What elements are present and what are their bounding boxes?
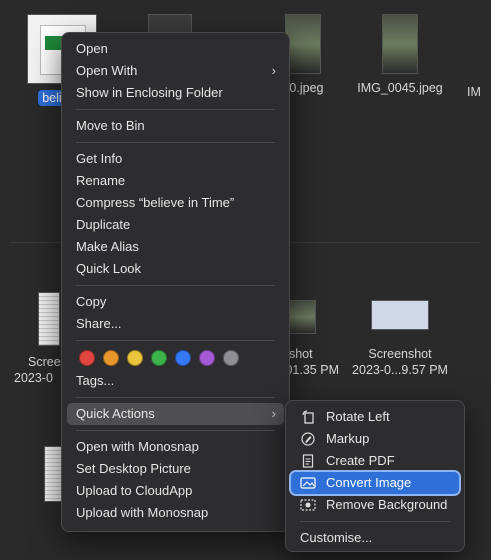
file-thumbnail (38, 292, 60, 346)
file-item-screenshot[interactable]: Screenshot 2023-0...9.57 PM (350, 300, 450, 378)
file-label: 2023-0...9.57 PM (352, 363, 448, 377)
menu-item-upload-with-monosnap[interactable]: Upload with Monosnap (67, 502, 284, 524)
submenu-item-create-pdf[interactable]: Create PDF (291, 450, 459, 472)
menu-separator (76, 109, 275, 110)
menu-item-show-in-enclosing-folder[interactable]: Show in Enclosing Folder (67, 82, 284, 104)
file-label: 2023-0 (14, 371, 53, 385)
menu-item-label: Open With (76, 63, 138, 78)
submenu-item-label: Convert Image (326, 475, 412, 490)
file-label: .01.35 PM (282, 363, 339, 377)
menu-separator (76, 397, 275, 398)
file-label: IM (467, 85, 481, 99)
menu-separator (300, 521, 450, 522)
menu-separator (76, 142, 275, 143)
file-thumbnail (285, 14, 321, 74)
menu-separator (76, 340, 275, 341)
tag-gray-dot[interactable] (223, 350, 239, 366)
file-item-screenshot[interactable]: nshot .01.35 PM (282, 300, 342, 378)
remove-background-icon (299, 496, 317, 514)
rotate-left-icon (299, 408, 317, 426)
submenu-item-remove-background[interactable]: Remove Background (291, 494, 459, 516)
menu-item-copy[interactable]: Copy (67, 291, 284, 313)
menu-item-set-desktop-picture[interactable]: Set Desktop Picture (67, 458, 284, 480)
tag-orange-dot[interactable] (103, 350, 119, 366)
file-thumbnail (382, 14, 418, 74)
tag-blue-dot[interactable] (175, 350, 191, 366)
file-item[interactable]: IM (462, 84, 486, 100)
tag-green-dot[interactable] (151, 350, 167, 366)
menu-item-open[interactable]: Open (67, 38, 284, 60)
menu-item-rename[interactable]: Rename (67, 170, 284, 192)
tag-yellow-dot[interactable] (127, 350, 143, 366)
tag-purple-dot[interactable] (199, 350, 215, 366)
file-label: Scree (28, 355, 61, 369)
context-menu: Open Open With › Show in Enclosing Folde… (61, 32, 290, 532)
menu-item-tags[interactable]: Tags... (67, 370, 284, 392)
submenu-item-label: Markup (326, 431, 370, 446)
menu-item-upload-to-cloudapp[interactable]: Upload to CloudApp (67, 480, 284, 502)
menu-item-open-with[interactable]: Open With › (67, 60, 284, 82)
submenu-item-label: Create PDF (326, 453, 395, 468)
menu-separator (76, 285, 275, 286)
markup-icon (299, 430, 317, 448)
submenu-item-markup[interactable]: Markup (291, 428, 459, 450)
menu-item-share[interactable]: Share... (67, 313, 284, 335)
file-label: IMG_0045.jpeg (357, 81, 443, 95)
menu-item-label: Quick Actions (76, 406, 155, 421)
menu-item-quick-actions[interactable]: Quick Actions › (67, 403, 284, 425)
submenu-item-label: Rotate Left (326, 409, 390, 424)
menu-item-move-to-bin[interactable]: Move to Bin (67, 115, 284, 137)
file-item-img-0045[interactable]: IMG_0045.jpeg (345, 14, 455, 96)
tag-red-dot[interactable] (79, 350, 95, 366)
submenu-item-label: Remove Background (326, 497, 448, 512)
menu-item-get-info[interactable]: Get Info (67, 148, 284, 170)
menu-item-open-with-monosnap[interactable]: Open with Monosnap (67, 436, 284, 458)
menu-item-quick-look[interactable]: Quick Look (67, 258, 284, 280)
file-thumbnail (371, 300, 429, 330)
quick-actions-submenu: Rotate Left Markup Create PDF Convert Im… (285, 400, 465, 552)
tag-color-row (67, 346, 284, 370)
chevron-right-icon: › (271, 406, 276, 421)
file-thumbnail (286, 300, 316, 334)
file-label: Screenshot (368, 347, 432, 361)
file-item-screenshot[interactable]: Scree 2023-0 (10, 292, 66, 386)
menu-separator (76, 430, 275, 431)
menu-item-duplicate[interactable]: Duplicate (67, 214, 284, 236)
menu-item-compress[interactable]: Compress “believe in Time” (67, 192, 284, 214)
submenu-item-customise[interactable]: Customise... (291, 527, 459, 549)
submenu-item-rotate-left[interactable]: Rotate Left (291, 406, 459, 428)
convert-image-icon (299, 474, 317, 492)
chevron-right-icon: › (271, 63, 276, 78)
submenu-item-convert-image[interactable]: Convert Image (289, 470, 461, 496)
menu-item-make-alias[interactable]: Make Alias (67, 236, 284, 258)
pdf-icon (299, 452, 317, 470)
file-label: nshot (282, 347, 313, 361)
